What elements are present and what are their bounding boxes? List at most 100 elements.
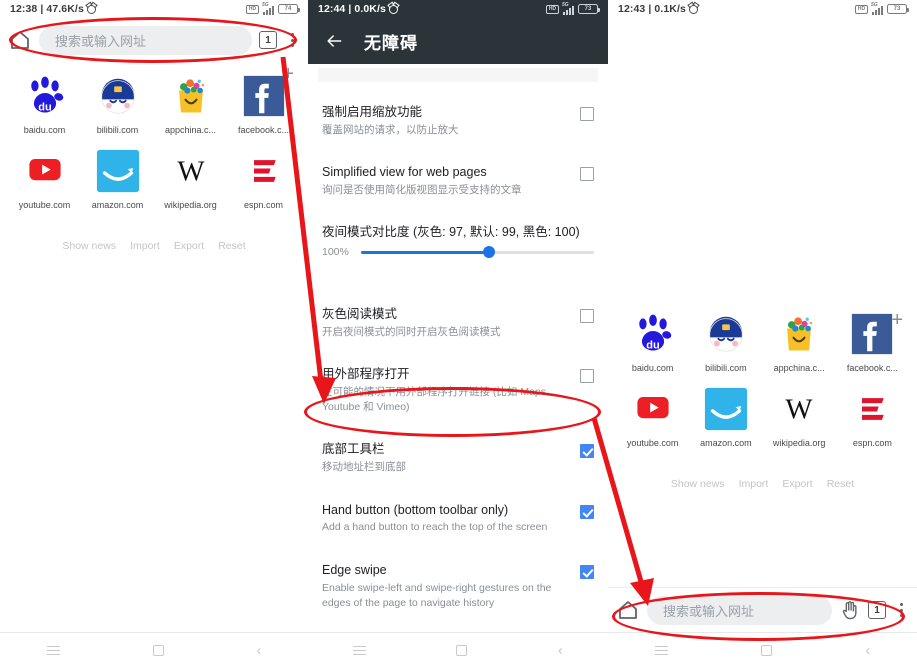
hand-icon[interactable] xyxy=(839,599,861,621)
speed-dial-tile[interactable]: amazon.com xyxy=(81,147,154,210)
setting-row-hand-button[interactable]: Hand button (bottom toolbar only) Add a … xyxy=(322,502,594,562)
setting-row-simplified-view[interactable]: Simplified view for web pages 询问是否使用简化版视… xyxy=(322,164,594,224)
speed-dial-tile[interactable]: du baidu.com xyxy=(616,310,689,373)
setting-checkbox[interactable] xyxy=(580,309,594,324)
home-icon[interactable] xyxy=(616,598,640,622)
home-square-icon[interactable] xyxy=(760,645,772,656)
android-navbar-left: ‹ xyxy=(0,632,308,668)
setting-row-bottom-toolbar[interactable]: 底部工具栏 移动地址栏到底部 xyxy=(322,441,594,501)
battery-level: 74 xyxy=(284,6,292,12)
signal-5g-icon: 5G xyxy=(871,2,883,15)
tile-label: bilibili.com xyxy=(705,363,747,373)
setting-subtitle: 询问是否使用简化版视图显示受支持的文章 xyxy=(322,183,522,196)
bilibili-icon xyxy=(702,310,750,358)
url-placeholder: 搜索或输入网址 xyxy=(663,603,755,619)
setting-row-gray-reading-mode[interactable]: 灰色阅读模式 开启夜间模式的同时开启灰色阅读模式 xyxy=(322,284,594,366)
reset-button[interactable]: Reset xyxy=(218,240,245,252)
browser-toolbar-top[interactable]: 搜索或输入网址 1 xyxy=(0,18,308,62)
status-bar-right: 12:43 | 0.1K/s HD 5G 73 xyxy=(608,0,917,18)
recents-icon[interactable] xyxy=(46,645,60,656)
home-square-icon[interactable] xyxy=(456,645,468,656)
speed-dial-tile[interactable]: bilibili.com xyxy=(81,72,154,135)
tile-label: appchina.c... xyxy=(164,125,217,135)
setting-checkbox[interactable] xyxy=(580,369,594,384)
tile-label: baidu.com xyxy=(631,363,674,373)
youtube-icon xyxy=(629,385,677,433)
back-chevron-icon[interactable]: ‹ xyxy=(558,643,563,658)
import-button[interactable]: Import xyxy=(739,478,769,490)
slider-thumb[interactable] xyxy=(483,246,496,259)
status-sep: | xyxy=(648,3,652,15)
speed-dial-grid: du baidu.com bilibili.com appchina.c... … xyxy=(608,310,917,448)
setting-checkbox[interactable] xyxy=(580,564,594,579)
back-chevron-icon[interactable]: ‹ xyxy=(865,643,870,658)
browser-toolbar-bottom-dock: 搜索或输入网址 1 xyxy=(608,587,917,632)
setting-row-force-zoom[interactable]: 强制启用缩放功能 覆盖网站的请求，以防止放大 xyxy=(322,104,594,164)
speed-dial-tile[interactable]: espn.com xyxy=(836,385,909,448)
battery-icon: 73 xyxy=(578,4,600,14)
setting-row-open-external[interactable]: 用外部程序打开 在可能的情况下用外部程序打开链接 (比如 Maps、Youtub… xyxy=(322,366,594,441)
browser-toolbar-bottom[interactable]: 搜索或输入网址 1 xyxy=(608,588,917,632)
setting-row-edge-swipe[interactable]: Edge swipe Enable swipe-left and swipe-r… xyxy=(322,562,594,637)
home-icon[interactable] xyxy=(8,28,32,52)
kebab-menu-icon[interactable] xyxy=(893,603,909,617)
add-tile-button[interactable]: + xyxy=(282,64,294,84)
recents-icon[interactable] xyxy=(353,645,367,656)
setting-checkbox[interactable] xyxy=(580,107,594,121)
android-navbar-right: ‹ xyxy=(608,632,917,668)
hd-icon: HD xyxy=(546,4,559,14)
kebab-menu-icon[interactable] xyxy=(284,33,300,47)
back-arrow-icon[interactable] xyxy=(324,31,344,51)
url-placeholder: 搜索或输入网址 xyxy=(55,33,147,49)
url-input[interactable]: 搜索或输入网址 xyxy=(39,25,252,55)
speed-dial-tile[interactable]: bilibili.com xyxy=(689,310,762,373)
phone-screen-after: 12:43 | 0.1K/s HD 5G 73 + du baidu.com b… xyxy=(608,0,917,668)
contrast-slider[interactable]: 100% xyxy=(322,246,594,259)
add-tile-button[interactable]: + xyxy=(891,310,903,330)
svg-text:W: W xyxy=(786,394,814,426)
speed-dial-tile[interactable]: espn.com xyxy=(227,147,300,210)
status-time: 12:43 xyxy=(618,3,646,15)
appchina-icon xyxy=(167,72,215,120)
export-button[interactable]: Export xyxy=(782,478,812,490)
battery-level: 73 xyxy=(893,6,901,12)
import-button[interactable]: Import xyxy=(130,240,160,252)
baidu-icon: du xyxy=(629,310,677,358)
speed-dial-tile[interactable]: W wikipedia.org xyxy=(154,147,227,210)
setting-checkbox[interactable] xyxy=(580,504,594,519)
export-button[interactable]: Export xyxy=(174,240,204,252)
home-square-icon[interactable] xyxy=(152,645,164,656)
back-chevron-icon[interactable]: ‹ xyxy=(257,643,262,658)
url-input[interactable]: 搜索或输入网址 xyxy=(647,595,832,625)
tab-count-button[interactable]: 1 xyxy=(868,601,886,619)
show-news-button[interactable]: Show news xyxy=(671,478,725,490)
setting-checkbox[interactable] xyxy=(580,444,594,459)
setting-subtitle: 移动地址栏到底部 xyxy=(322,461,406,474)
speed-dial-tile[interactable]: amazon.com xyxy=(689,385,762,448)
speed-dial-tile[interactable]: appchina.c... xyxy=(763,310,836,373)
alarm-icon xyxy=(688,4,698,14)
recents-icon[interactable] xyxy=(654,645,668,656)
speed-dial-tile[interactable]: du baidu.com xyxy=(8,72,81,135)
tab-count-button[interactable]: 1 xyxy=(259,31,277,49)
status-sep: | xyxy=(348,3,352,15)
speed-dial-grid: du baidu.com bilibili.com appchina.c... … xyxy=(0,72,308,210)
status-time: 12:38 xyxy=(10,3,38,15)
signal-5g-icon: 5G xyxy=(562,2,574,15)
status-right-group: HD 5G 73 xyxy=(855,2,909,15)
speed-dial-tile[interactable]: W wikipedia.org xyxy=(763,385,836,448)
speed-dial-tile[interactable]: appchina.c... xyxy=(154,72,227,135)
tile-label: appchina.c... xyxy=(773,363,825,373)
show-news-button[interactable]: Show news xyxy=(62,240,116,252)
setting-row-night-contrast[interactable]: 夜间模式对比度 (灰色: 97, 默认: 99, 黑色: 100) 100% xyxy=(322,224,594,284)
setting-title: 灰色阅读模式 xyxy=(322,307,398,322)
wikipedia-icon: W xyxy=(775,385,823,433)
speed-dial-tile[interactable]: youtube.com xyxy=(616,385,689,448)
reset-button[interactable]: Reset xyxy=(827,478,854,490)
speed-dial-tile[interactable]: youtube.com xyxy=(8,147,81,210)
facebook-icon xyxy=(240,72,288,120)
setting-checkbox[interactable] xyxy=(580,167,594,182)
slider-track[interactable] xyxy=(360,246,594,259)
speed-dial-actions: Show news Import Export Reset xyxy=(0,240,308,252)
tile-label: amazon.com xyxy=(91,200,144,210)
